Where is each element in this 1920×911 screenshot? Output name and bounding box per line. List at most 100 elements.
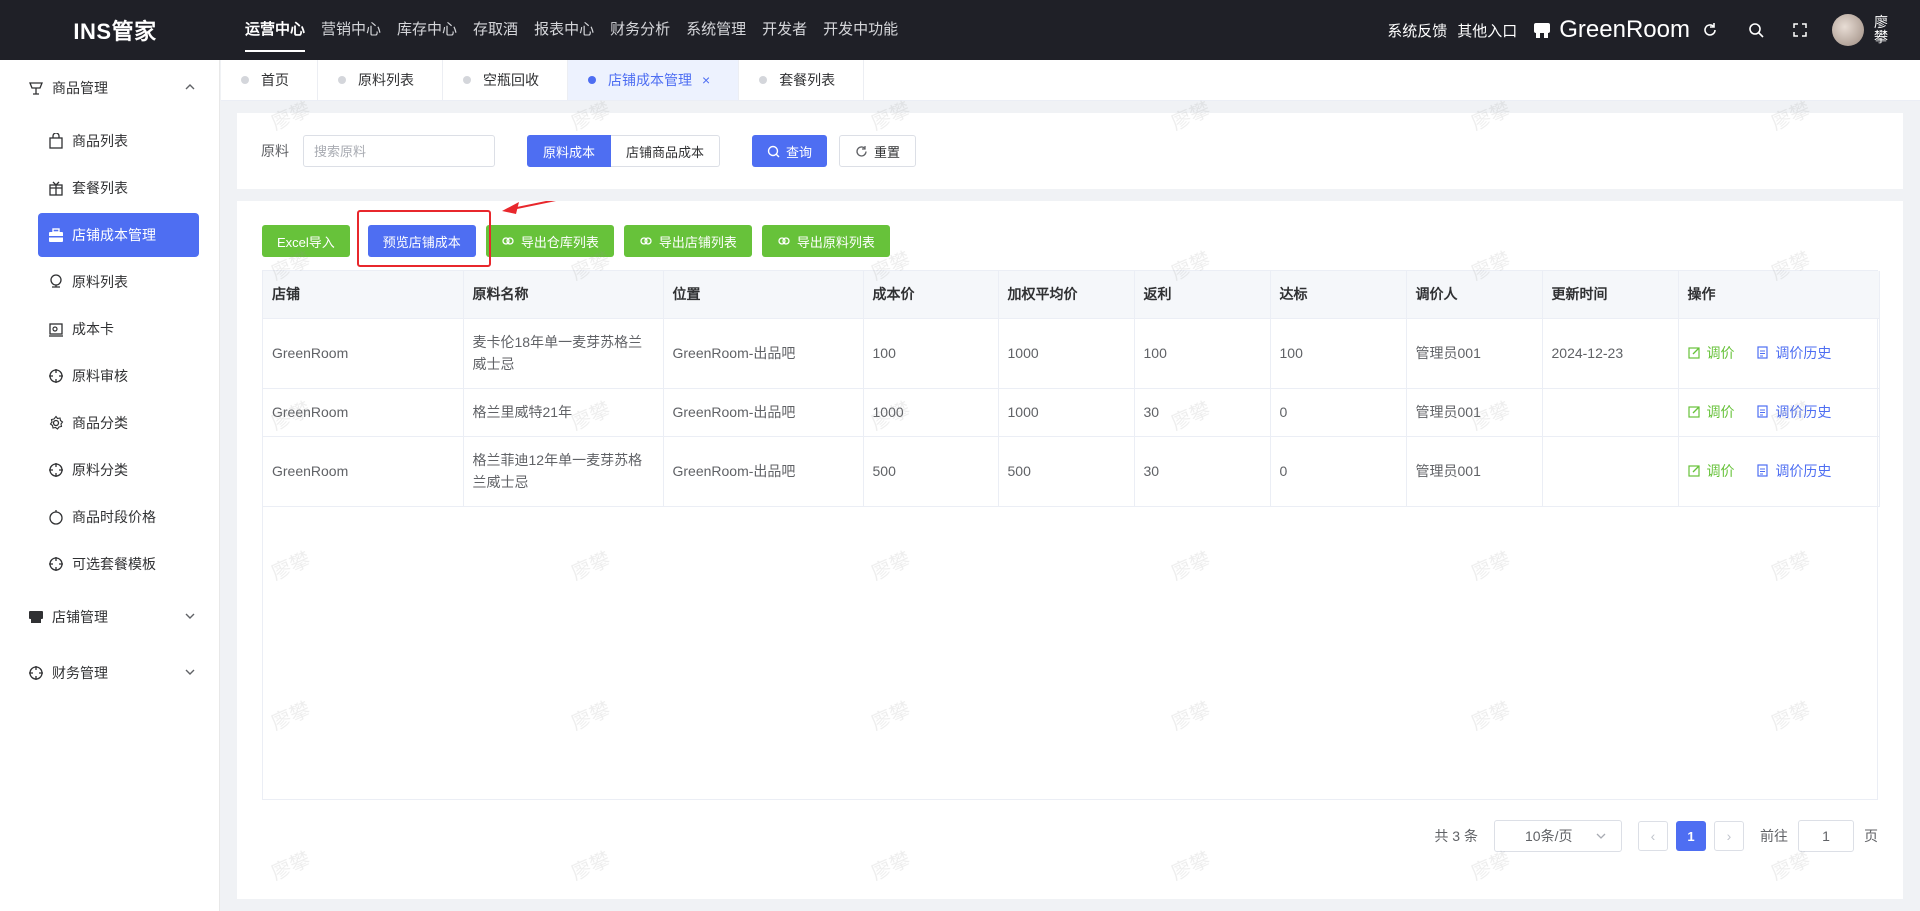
nav-system-management[interactable]: 系统管理 xyxy=(686,0,746,60)
tab-package-list[interactable]: 套餐列表 xyxy=(739,60,865,100)
cell-material-name: 格兰里威特21年 xyxy=(463,388,664,437)
material-search-input[interactable] xyxy=(303,135,495,167)
pagination: 共 3 条 10条/页 ‹ 1 › 前往 页 xyxy=(1434,820,1878,852)
avatar[interactable] xyxy=(1832,14,1864,46)
tab-bar: 首页 原料列表 空瓶回收 店铺成本管理 × 套餐列表 xyxy=(221,60,1920,101)
app-logo: INS管家 xyxy=(73,19,157,44)
cell-target: 100 xyxy=(1270,318,1407,389)
sidebar-item-goods-list[interactable]: 商品列表 xyxy=(38,119,199,163)
nav-report-center[interactable]: 报表中心 xyxy=(534,0,594,60)
column-header: 操作 xyxy=(1678,271,1880,319)
tab-bottle-recycle[interactable]: 空瓶回收 xyxy=(443,60,568,100)
total-count: 共 3 条 xyxy=(1434,828,1478,844)
document-icon xyxy=(1756,404,1770,419)
column-header: 更新时间 xyxy=(1542,271,1679,319)
adjust-price-link[interactable]: 调价 xyxy=(1687,342,1735,364)
nav-finance-analysis[interactable]: 财务分析 xyxy=(610,0,670,60)
sidebar-item-label: 原料列表 xyxy=(72,274,128,290)
table-header-row: 店铺 原料名称 位置 成本价 加权平均价 返利 达标 调价人 更新时间 操作 xyxy=(263,271,1880,319)
page-number-current[interactable]: 1 xyxy=(1676,821,1706,851)
nav-marketing-center[interactable]: 营销中心 xyxy=(321,0,381,60)
tab-dot xyxy=(588,76,596,84)
store-switcher[interactable]: GreenRoom xyxy=(1533,16,1690,44)
menu-group-goods[interactable]: 商品管理 xyxy=(0,60,219,116)
tab-material-list[interactable]: 原料列表 xyxy=(318,60,443,100)
sidebar-item-cost-card[interactable]: 成本卡 xyxy=(38,307,199,351)
bag-icon xyxy=(48,133,64,149)
tab-label: 原料列表 xyxy=(358,72,414,88)
page-size-select[interactable]: 10条/页 xyxy=(1494,820,1622,852)
search-icon xyxy=(767,145,780,158)
cell-cost-price: 100 xyxy=(863,318,999,389)
fullscreen-icon[interactable] xyxy=(1790,20,1810,40)
nav-wine-storage[interactable]: 存取酒 xyxy=(473,0,518,60)
sidebar-item-material-list[interactable]: 原料列表 xyxy=(38,260,199,304)
search-icon[interactable] xyxy=(1746,20,1766,40)
cell-actions: 调价 调价历史 xyxy=(1678,318,1880,389)
prev-page-button[interactable]: ‹ xyxy=(1638,821,1668,851)
refresh-icon[interactable] xyxy=(1700,20,1720,40)
export-warehouse-button[interactable]: 导出仓库列表 xyxy=(485,225,614,257)
target-icon xyxy=(28,665,44,681)
adjust-price-link[interactable]: 调价 xyxy=(1687,460,1735,482)
query-button[interactable]: 查询 xyxy=(752,135,828,167)
preview-store-cost-button[interactable]: 预览店铺成本 xyxy=(367,225,476,257)
adjust-price-link[interactable]: 调价 xyxy=(1687,401,1735,423)
nav-inventory-center[interactable]: 库存中心 xyxy=(397,0,457,60)
sidebar-item-material-category[interactable]: 原料分类 xyxy=(38,448,199,492)
sidebar-item-time-price[interactable]: 商品时段价格 xyxy=(38,495,199,539)
nav-operation-center[interactable]: 运营中心 xyxy=(245,0,306,60)
price-history-link[interactable]: 调价历史 xyxy=(1756,401,1831,423)
column-header: 店铺 xyxy=(263,271,464,319)
nav-developer[interactable]: 开发者 xyxy=(762,0,807,60)
store-goods-cost-button[interactable]: 店铺商品成本 xyxy=(611,135,721,167)
price-history-link[interactable]: 调价历史 xyxy=(1756,460,1831,482)
cost-type-switch: 原料成本 店铺商品成本 xyxy=(527,135,721,167)
sidebar-item-label: 原料审核 xyxy=(72,368,128,384)
sidebar-item-label: 成本卡 xyxy=(72,321,114,337)
chevron-down-icon xyxy=(185,613,195,619)
cell-location: GreenRoom-出品吧 xyxy=(663,318,864,389)
close-icon[interactable]: × xyxy=(702,72,710,88)
gift-icon xyxy=(48,180,64,196)
tab-store-cost[interactable]: 店铺成本管理 × xyxy=(568,60,740,100)
sidebar-item-material-review[interactable]: 原料审核 xyxy=(38,354,199,398)
other-entry-link[interactable]: 其他入口 xyxy=(1457,20,1517,41)
material-cost-button[interactable]: 原料成本 xyxy=(527,135,612,167)
next-page-button[interactable]: › xyxy=(1714,821,1744,851)
target-icon xyxy=(48,462,64,478)
goto-page-input[interactable] xyxy=(1798,820,1854,852)
tab-home[interactable]: 首页 xyxy=(221,60,318,100)
sidebar-item-goods-category[interactable]: 商品分类 xyxy=(38,401,199,445)
sidebar-item-label: 可选套餐模板 xyxy=(72,556,156,572)
sidebar-item-package-template[interactable]: 可选套餐模板 xyxy=(38,542,199,586)
cell-updated-time xyxy=(1542,436,1679,507)
cell-rebate: 30 xyxy=(1134,436,1271,507)
sidebar-item-store-cost[interactable]: 店铺成本管理 xyxy=(38,213,199,257)
query-label: 查询 xyxy=(786,144,813,160)
tab-dot xyxy=(241,76,249,84)
user-name[interactable]: 廖攀 xyxy=(1874,15,1890,45)
reset-button[interactable]: 重置 xyxy=(839,135,917,167)
link-icon xyxy=(639,234,653,248)
export-store-label: 导出店铺列表 xyxy=(658,234,737,250)
export-store-button[interactable]: 导出店铺列表 xyxy=(623,225,752,257)
history-label: 调价历史 xyxy=(1775,403,1832,420)
menu-group-finance[interactable]: 财务管理 xyxy=(0,645,219,701)
column-header: 达标 xyxy=(1270,271,1407,319)
sidebar-item-package-list[interactable]: 套餐列表 xyxy=(38,166,199,210)
cell-updated-time xyxy=(1542,388,1679,437)
menu-group-store[interactable]: 店铺管理 xyxy=(0,589,219,645)
chevron-up-icon xyxy=(185,84,195,90)
export-material-button[interactable]: 导出原料列表 xyxy=(761,225,890,257)
column-header: 原料名称 xyxy=(463,271,664,319)
cell-actions: 调价 调价历史 xyxy=(1678,436,1880,507)
menu-group-label: 商品管理 xyxy=(52,80,108,96)
excel-import-button[interactable]: Excel导入 xyxy=(262,225,350,257)
history-label: 调价历史 xyxy=(1775,462,1832,479)
nav-in-development[interactable]: 开发中功能 xyxy=(823,0,898,60)
column-header: 加权平均价 xyxy=(998,271,1135,319)
feedback-link[interactable]: 系统反馈 xyxy=(1387,20,1447,41)
price-history-link[interactable]: 调价历史 xyxy=(1756,342,1831,364)
header-right: 系统反馈 其他入口 GreenRoom 廖攀 xyxy=(1387,0,1920,60)
